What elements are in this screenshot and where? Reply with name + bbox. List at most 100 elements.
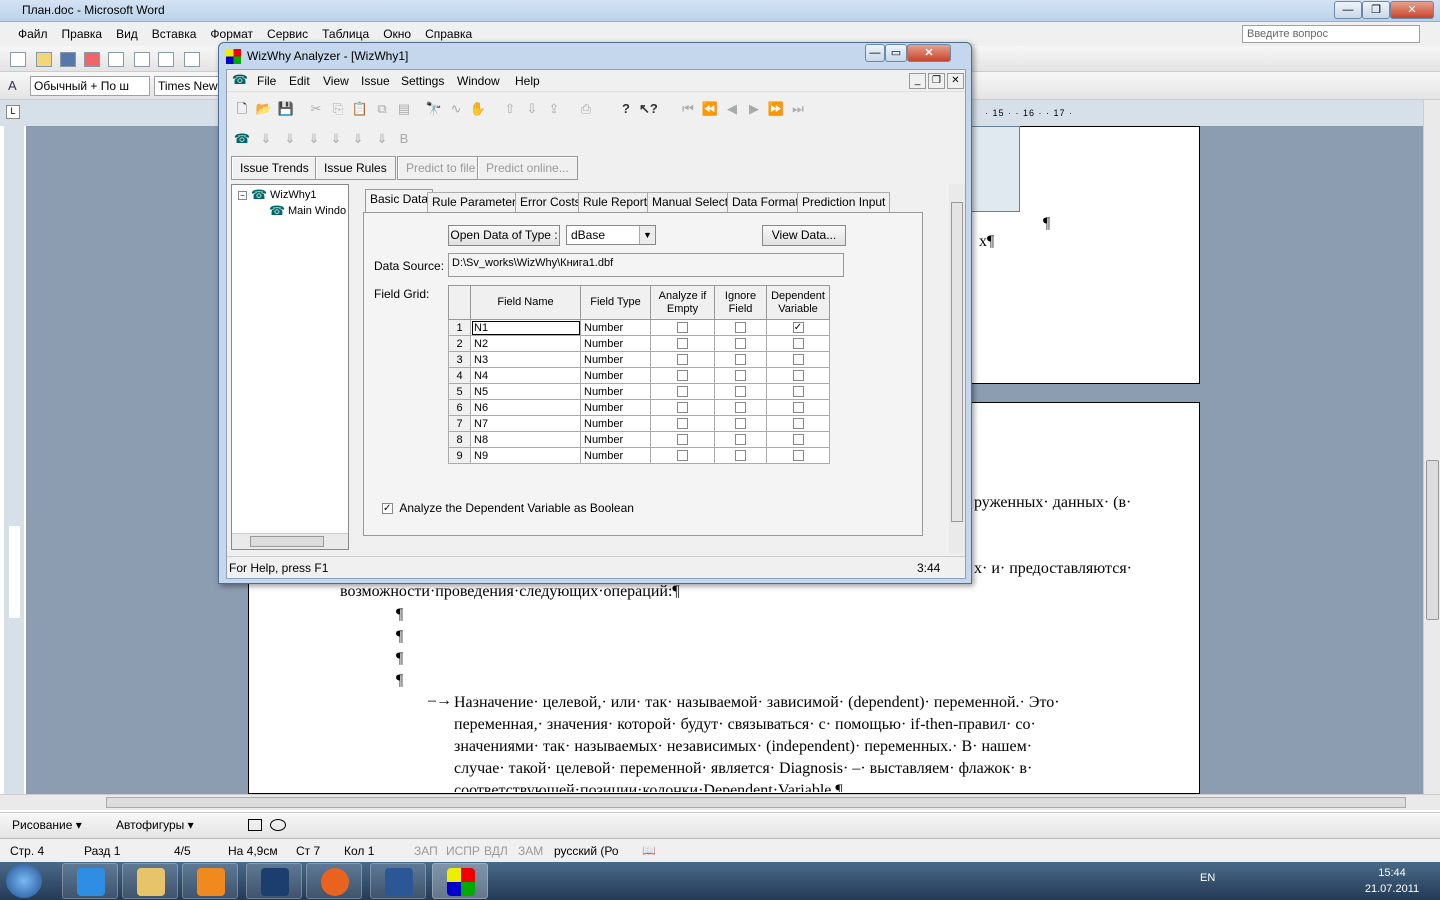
status-language[interactable]: русский (Ро xyxy=(554,844,619,858)
field-name-cell[interactable]: N8 xyxy=(470,431,581,448)
row-number[interactable]: 9 xyxy=(448,447,471,464)
dependent-variable-checkbox[interactable]: ✓ xyxy=(792,322,804,334)
dependent-variable-checkbox[interactable] xyxy=(792,418,804,430)
ignore-field-checkbox[interactable] xyxy=(735,418,746,430)
ignore-field-checkbox[interactable] xyxy=(735,338,746,350)
col-field-type[interactable]: Field Type xyxy=(580,285,651,320)
status-rec[interactable]: ЗАП xyxy=(414,844,438,858)
field-name-cell[interactable]: N2 xyxy=(470,335,581,352)
ww-menu-view[interactable]: View xyxy=(323,74,349,88)
ignore-field-cell[interactable] xyxy=(714,399,767,416)
analyze-if-empty-checkbox[interactable] xyxy=(677,370,688,382)
analyze-if-empty-cell[interactable] xyxy=(650,383,715,400)
menu-edit[interactable]: Правка xyxy=(62,27,103,41)
save-icon[interactable]: 💾 xyxy=(277,100,295,118)
view-data-button[interactable]: View Data... xyxy=(762,225,846,246)
import-icon[interactable]: ⇩ xyxy=(523,100,541,118)
tab-rule-report[interactable]: Rule Report xyxy=(578,192,653,212)
tab-manual-select[interactable]: Manual Select xyxy=(647,192,734,212)
tab-rule-parameters[interactable]: Rule Parameters xyxy=(427,192,528,212)
analyze-if-empty-cell[interactable] xyxy=(650,399,715,416)
taskbar-photoshop-icon[interactable] xyxy=(246,863,302,899)
field-name-cell[interactable]: N7 xyxy=(470,415,581,432)
tab-error-costs[interactable]: Error Costs xyxy=(515,192,586,212)
styles-pane-icon[interactable]: A xyxy=(8,78,17,93)
prev-record-icon[interactable]: ◀ xyxy=(723,100,741,118)
data-type-select[interactable]: dBase ▼ xyxy=(566,225,656,245)
field-name-cell[interactable]: N3 xyxy=(470,351,581,368)
document-vertical-scrollbar[interactable] xyxy=(1423,100,1440,794)
boolean-option[interactable]: ✓ Analyze the Dependent Variable as Bool… xyxy=(382,501,634,515)
bullet-paragraph[interactable]: Назначение· целевой,· или· так· называем… xyxy=(454,692,1158,792)
issue-trends-button[interactable]: Issue Trends xyxy=(231,156,318,180)
step-4-icon[interactable]: ⇓ xyxy=(327,130,345,148)
duplicate-icon[interactable]: ⧉ xyxy=(373,100,391,118)
field-name-cell[interactable]: N6 xyxy=(470,399,581,416)
table-row[interactable]: 3 N3 Number xyxy=(448,351,830,368)
taskbar-firefox-icon[interactable] xyxy=(306,863,362,899)
mdi-restore-button[interactable]: ❐ xyxy=(928,73,945,89)
table-row[interactable]: 6 N6 Number xyxy=(448,399,830,416)
pane-vertical-scrollbar[interactable] xyxy=(949,184,965,554)
data-source-field[interactable]: D:\Sv_works\WizWhy\Книга1.dbf xyxy=(448,253,844,277)
spelling-icon[interactable] xyxy=(184,52,200,67)
col-field-name[interactable]: Field Name xyxy=(470,285,581,320)
analyze-if-empty-checkbox[interactable] xyxy=(677,386,688,398)
analyze-if-empty-cell[interactable] xyxy=(650,351,715,368)
field-type-cell[interactable]: Number xyxy=(580,335,651,352)
ignore-field-checkbox[interactable] xyxy=(735,434,746,446)
ignore-field-cell[interactable] xyxy=(714,367,767,384)
ww-menu-window[interactable]: Window xyxy=(457,74,500,88)
taskbar-explorer-icon[interactable] xyxy=(122,863,178,899)
analyze-icon[interactable]: ☎ xyxy=(233,130,251,148)
field-type-cell[interactable]: Number xyxy=(580,383,651,400)
find-icon[interactable]: 🔭 xyxy=(425,100,443,118)
export-icon[interactable]: ⇧ xyxy=(501,100,519,118)
field-type-cell[interactable]: Number xyxy=(580,351,651,368)
wizwhy-maximize-button[interactable]: ▭ xyxy=(885,44,907,62)
prev-page-icon[interactable]: ⏪ xyxy=(701,100,719,118)
dependent-variable-cell[interactable] xyxy=(766,335,830,352)
start-button-icon[interactable] xyxy=(6,864,42,898)
dependent-variable-cell[interactable] xyxy=(766,383,830,400)
mdi-doc-icon[interactable]: ☎ xyxy=(231,71,249,89)
open-data-button[interactable]: Open Data of Type : xyxy=(448,225,560,246)
dependent-variable-checkbox[interactable] xyxy=(792,386,804,398)
ignore-field-cell[interactable] xyxy=(714,383,767,400)
next-record-icon[interactable]: ▶ xyxy=(745,100,763,118)
boolean-checkbox[interactable]: ✓ xyxy=(382,503,393,515)
wizwhy-window[interactable]: WizWhy Analyzer - [WizWhy1] — ▭ ✕ ☎ File… xyxy=(218,42,972,584)
ww-menu-help[interactable]: Help xyxy=(515,74,540,88)
print-icon[interactable] xyxy=(134,52,150,67)
dependent-variable-checkbox[interactable] xyxy=(792,434,804,446)
menu-table[interactable]: Таблица xyxy=(322,27,369,41)
field-type-cell[interactable]: Number xyxy=(580,447,651,464)
analyze-if-empty-cell[interactable] xyxy=(650,415,715,432)
paste-icon[interactable]: 📋 xyxy=(351,100,369,118)
analyze-if-empty-cell[interactable] xyxy=(650,335,715,352)
analyze-if-empty-checkbox[interactable] xyxy=(677,450,688,462)
input-language-indicator[interactable]: EN xyxy=(1200,872,1215,884)
table-row[interactable]: 2 N2 Number xyxy=(448,335,830,352)
menu-format[interactable]: Формат xyxy=(210,27,253,41)
properties-icon[interactable]: ▤ xyxy=(395,100,413,118)
next-page-icon[interactable]: ⏩ xyxy=(767,100,785,118)
ww-menu-settings[interactable]: Settings xyxy=(401,74,444,88)
analyze-if-empty-checkbox[interactable] xyxy=(677,402,688,414)
taskbar-ie-icon[interactable] xyxy=(62,863,118,899)
ignore-field-cell[interactable] xyxy=(714,319,767,336)
analyze-if-empty-cell[interactable] xyxy=(650,431,715,448)
col-analyze-if-empty[interactable]: Analyze if Empty xyxy=(650,285,715,320)
table-row[interactable]: 1 N1 Number ✓ xyxy=(448,319,830,336)
open-folder-icon[interactable] xyxy=(36,52,52,67)
analyze-if-empty-checkbox[interactable] xyxy=(677,338,688,350)
tab-basic-data[interactable]: Basic Data xyxy=(365,189,434,212)
status-trk[interactable]: ИСПР xyxy=(446,844,480,858)
mdi-minimize-button[interactable]: _ xyxy=(909,73,926,89)
taskbar-media-icon[interactable] xyxy=(182,863,238,899)
ask-question-input[interactable]: Введите вопрос xyxy=(1242,25,1420,43)
first-record-icon[interactable]: ⏮ xyxy=(679,100,697,118)
field-name-cell[interactable]: N5 xyxy=(470,383,581,400)
status-ext[interactable]: ВДЛ xyxy=(484,844,508,858)
ignore-field-checkbox[interactable] xyxy=(735,450,746,462)
